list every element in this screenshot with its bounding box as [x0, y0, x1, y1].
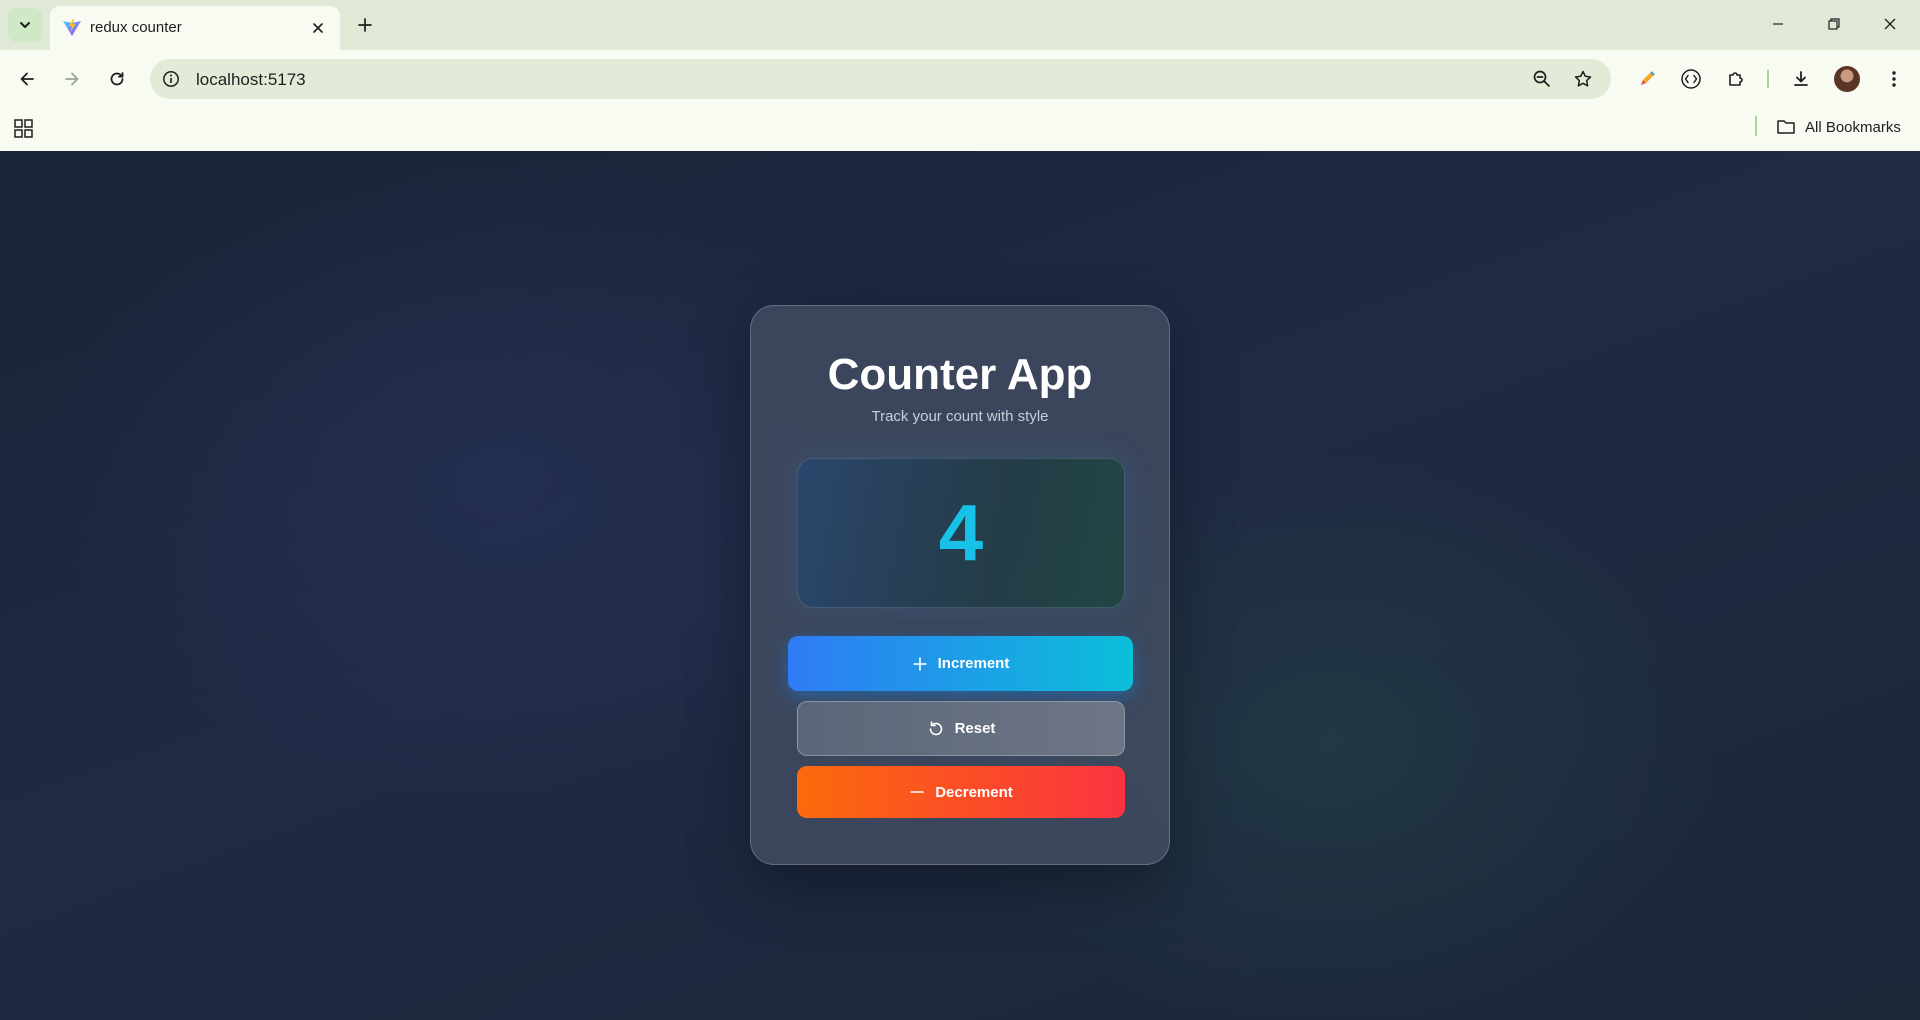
decrement-button[interactable]: Decrement: [797, 766, 1125, 818]
close-icon: [1884, 18, 1896, 30]
apps-grid-icon[interactable]: [12, 116, 36, 140]
app-title: Counter App: [827, 350, 1093, 399]
reset-icon: [929, 720, 942, 735]
forward-arrow-icon: [65, 72, 79, 86]
info-icon: [163, 71, 179, 87]
bookmark-star-button[interactable]: [1571, 67, 1595, 91]
vite-logo-icon: [63, 19, 81, 36]
star-icon: [1574, 70, 1592, 87]
forward-button[interactable]: [57, 64, 87, 94]
all-bookmarks-label: All Bookmarks: [1805, 118, 1901, 136]
reload-button[interactable]: [102, 64, 132, 94]
count-value: 4: [938, 488, 984, 577]
extension-button-code[interactable]: [1677, 65, 1705, 93]
new-tab-button[interactable]: [350, 10, 380, 40]
bookmarks-bar: All Bookmarks: [0, 108, 1920, 151]
site-info-button[interactable]: [160, 68, 182, 90]
browser-tab-active[interactable]: redux counter: [50, 6, 340, 50]
pen-icon: [1641, 71, 1655, 85]
reset-button[interactable]: Reset: [797, 701, 1125, 756]
extensions-button[interactable]: [1722, 65, 1750, 93]
page-viewport: Counter App Track your count with style …: [0, 151, 1920, 1020]
zoom-button[interactable]: [1530, 67, 1554, 91]
increment-label: Increment: [937, 655, 1010, 672]
more-vert-icon: [1892, 71, 1896, 87]
download-icon: [1794, 71, 1808, 86]
back-arrow-icon: [20, 72, 34, 86]
plus-icon: [358, 18, 372, 32]
minus-icon: [910, 791, 925, 793]
chevron-down-icon: [20, 22, 30, 28]
decrement-label: Decrement: [935, 783, 1013, 801]
tab-title: redux counter: [90, 19, 182, 36]
zoom-out-icon: [1533, 70, 1550, 87]
close-icon: [313, 23, 323, 33]
downloads-button[interactable]: [1787, 65, 1815, 93]
minimize-button[interactable]: [1756, 6, 1800, 42]
close-window-button[interactable]: [1868, 6, 1912, 42]
plus-icon: [912, 656, 927, 671]
toolbar-separator: [1767, 70, 1769, 88]
puzzle-icon: [1729, 72, 1743, 86]
increment-button[interactable]: Increment: [788, 636, 1133, 691]
all-bookmarks-button[interactable]: All Bookmarks: [1776, 115, 1901, 139]
bookmarks-separator: [1755, 116, 1757, 136]
tab-strip: redux counter: [0, 0, 1920, 50]
browser-menu-button[interactable]: [1880, 65, 1908, 93]
reset-label: Reset: [954, 720, 996, 737]
count-display: 4: [797, 458, 1125, 608]
reload-icon: [110, 72, 124, 86]
minimize-icon: [1773, 23, 1783, 25]
app-subtitle: Track your count with style: [871, 408, 1049, 425]
restore-icon: [1828, 18, 1840, 30]
url-text[interactable]: localhost:5173: [196, 70, 306, 90]
tab-close-button[interactable]: [306, 16, 330, 40]
browser-toolbar: localhost:5173: [0, 50, 1920, 108]
code-brackets-icon: [1681, 69, 1701, 89]
profile-avatar[interactable]: [1834, 66, 1860, 92]
tab-search-button[interactable]: [8, 8, 42, 42]
folder-icon: [1777, 120, 1795, 134]
back-button[interactable]: [12, 64, 42, 94]
address-bar[interactable]: localhost:5173: [150, 59, 1611, 99]
counter-card: Counter App Track your count with style …: [750, 305, 1170, 865]
restore-button[interactable]: [1812, 6, 1856, 42]
extension-button-pen[interactable]: [1633, 65, 1661, 93]
